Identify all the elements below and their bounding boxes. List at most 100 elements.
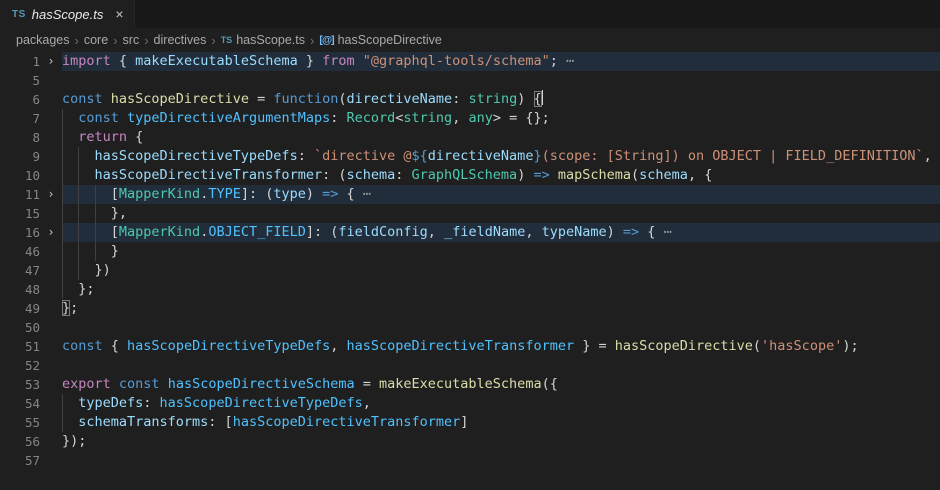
code-token: : [	[208, 414, 232, 430]
breadcrumb-item-hasscopedirective[interactable]: [@]hasScopeDirective	[319, 33, 441, 47]
fold-chevron-icon[interactable]: ›	[40, 223, 62, 242]
code-text: [MapperKind.TYPE]: (type) => { ⋯	[111, 185, 371, 204]
indent-guide	[62, 413, 63, 432]
indent-guide	[62, 204, 63, 223]
code-token: typeDefs	[78, 395, 143, 411]
code-cell: })	[62, 261, 940, 280]
line-number: 55	[0, 413, 40, 432]
indent-guide	[78, 147, 79, 166]
code-token: ,	[330, 338, 346, 354]
folded-code-ellipsis[interactable]: ⋯	[355, 186, 371, 202]
line-number: 9	[0, 147, 40, 166]
indent-guide	[62, 185, 63, 204]
code-line[interactable]: 9hasScopeDirectiveTypeDefs: `directive @…	[0, 147, 940, 166]
code-token: } =	[574, 338, 615, 354]
breadcrumb-separator: ›	[113, 33, 117, 48]
fold-column	[40, 261, 62, 280]
fold-column	[40, 166, 62, 185]
code-line[interactable]: 7const typeDirectiveArgumentMaps: Record…	[0, 109, 940, 128]
code-token: )	[517, 91, 533, 107]
indent-guide	[62, 223, 63, 242]
close-tab-icon[interactable]: ×	[115, 7, 123, 21]
code-token: hasScopeDirectiveTypeDefs	[95, 148, 298, 164]
code-cell: const typeDirectiveArgumentMaps: Record<…	[62, 109, 940, 128]
code-line[interactable]: 6const hasScopeDirective = function(dire…	[0, 90, 940, 109]
folded-code-ellipsis[interactable]: ⋯	[655, 224, 671, 240]
code-line[interactable]: 16›[MapperKind.OBJECT_FIELD]: (fieldConf…	[0, 223, 940, 242]
line-number: 16	[0, 223, 40, 242]
code-line[interactable]: 57	[0, 451, 940, 470]
tab-hasscope[interactable]: TS hasScope.ts ×	[0, 0, 135, 28]
code-token: directiveName	[347, 91, 453, 107]
breadcrumb-item-core[interactable]: core	[84, 33, 108, 47]
breadcrumb: packages›core›src›directives›TShasScope.…	[0, 28, 940, 52]
code-cell	[62, 71, 940, 90]
folded-code-ellipsis[interactable]: ⋯	[558, 53, 574, 69]
code-line[interactable]: 53 export const hasScopeDirectiveSchema =…	[0, 375, 940, 394]
line-number: 52	[0, 356, 40, 375]
code-line[interactable]: 8return {	[0, 128, 940, 147]
code-token: ${	[412, 148, 428, 164]
code-token: 'hasScope'	[761, 338, 842, 354]
fold-column	[40, 147, 62, 166]
code-editor[interactable]: 1›import { makeExecutableSchema } from "…	[0, 52, 940, 470]
tab-label: hasScope.ts	[32, 7, 104, 22]
code-token: hasScopeDirective	[615, 338, 753, 354]
code-line[interactable]: 5	[0, 71, 940, 90]
code-cell	[62, 451, 940, 470]
code-token: schemaTransforms	[78, 414, 208, 430]
breadcrumb-item-directives[interactable]: directives	[154, 33, 207, 47]
fold-chevron-icon[interactable]: ›	[40, 52, 62, 71]
code-line[interactable]: 48};	[0, 280, 940, 299]
indent-guide	[78, 166, 79, 185]
code-line[interactable]: 55schemaTransforms: [hasScopeDirectiveTr…	[0, 413, 940, 432]
code-token: typeDirectiveArgumentMaps	[127, 110, 330, 126]
code-token: function	[273, 91, 338, 107]
code-cell: const { hasScopeDirectiveTypeDefs, hasSc…	[62, 337, 940, 356]
breadcrumb-item-packages[interactable]: packages	[16, 33, 70, 47]
code-line[interactable]: 49};	[0, 299, 940, 318]
code-line[interactable]: 50	[0, 318, 940, 337]
fold-column	[40, 375, 62, 394]
line-number: 51	[0, 337, 40, 356]
code-line[interactable]: 46}	[0, 242, 940, 261]
line-number: 5	[0, 71, 40, 90]
line-number: 53	[0, 375, 40, 394]
fold-column	[40, 451, 62, 470]
code-token: [	[111, 224, 119, 240]
code-token: string	[468, 91, 517, 107]
code-line[interactable]: 10hasScopeDirectiveTransformer: (schema:…	[0, 166, 940, 185]
fold-chevron-icon[interactable]: ›	[40, 185, 62, 204]
code-line[interactable]: 56});	[0, 432, 940, 451]
code-text: const { hasScopeDirectiveTypeDefs, hasSc…	[62, 337, 859, 356]
breadcrumb-item-src[interactable]: src	[123, 33, 140, 47]
code-line[interactable]: 54typeDefs: hasScopeDirectiveTypeDefs,	[0, 394, 940, 413]
code-token: {	[119, 53, 135, 69]
code-token: schema	[639, 167, 688, 183]
code-cell: };	[62, 280, 940, 299]
code-line[interactable]: 47})	[0, 261, 940, 280]
code-line[interactable]: 52	[0, 356, 940, 375]
code-token: )	[306, 186, 322, 202]
code-token: {	[111, 338, 127, 354]
code-line[interactable]: 11›[MapperKind.TYPE]: (type) => { ⋯	[0, 185, 940, 204]
line-number: 56	[0, 432, 40, 451]
fold-column	[40, 318, 62, 337]
fold-column	[40, 109, 62, 128]
indent-guide	[62, 394, 63, 413]
code-cell: },	[62, 204, 940, 223]
fold-column	[40, 71, 62, 90]
code-token: {	[639, 224, 655, 240]
code-token: ]	[460, 414, 468, 430]
code-cell: export const hasScopeDirectiveSchema = m…	[62, 375, 940, 394]
code-token: [	[111, 186, 119, 202]
code-line[interactable]: 1›import { makeExecutableSchema } from "…	[0, 52, 940, 71]
vscode-editor-window: TS hasScope.ts × packages › core › src › direc…	[0, 0, 940, 490]
code-token: "@graphql-tools/schema"	[363, 53, 550, 69]
code-token: > = {};	[493, 110, 550, 126]
line-number: 57	[0, 451, 40, 470]
code-line[interactable]: 51 const { hasScopeDirectiveTypeDefs, has…	[0, 337, 940, 356]
breadcrumb-item-hasscope.ts[interactable]: TShasScope.ts	[221, 33, 305, 47]
code-token: {	[338, 186, 354, 202]
code-line[interactable]: 15},	[0, 204, 940, 223]
